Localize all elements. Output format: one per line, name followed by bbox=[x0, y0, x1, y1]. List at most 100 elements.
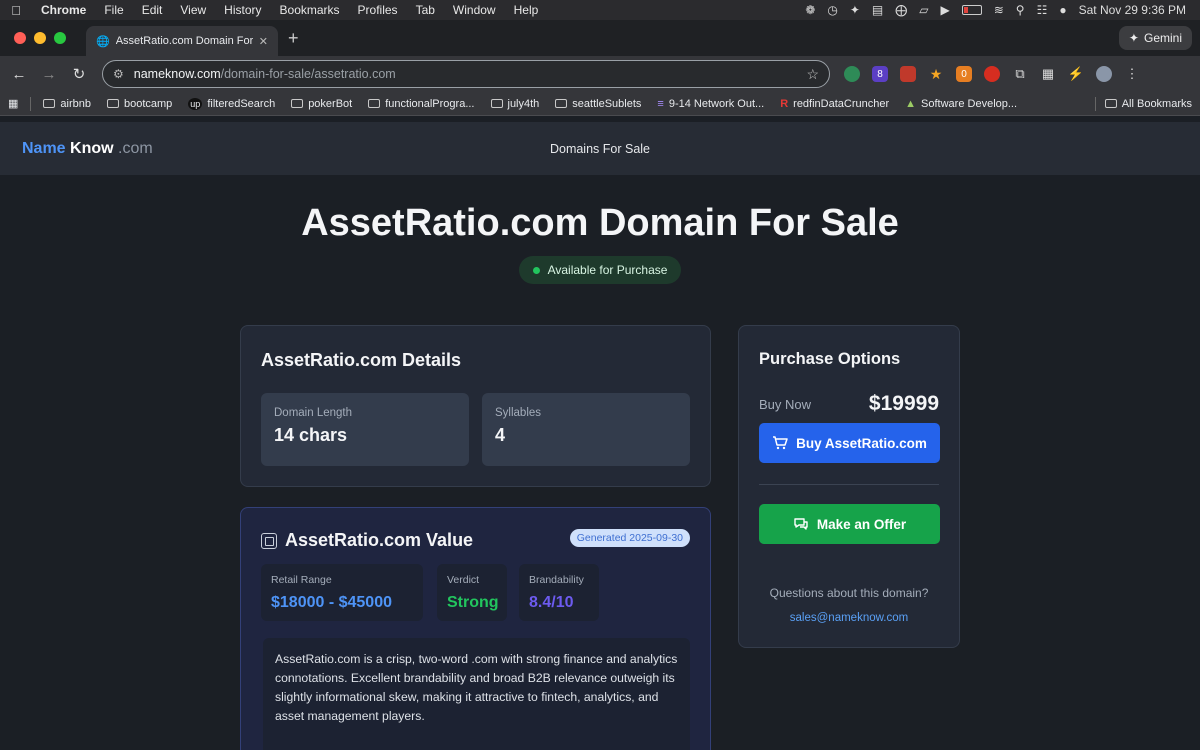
nav-domains-for-sale[interactable]: Domains For Sale bbox=[550, 142, 650, 156]
url-path: /domain-for-sale/assetratio.com bbox=[220, 67, 396, 81]
purchase-card: Purchase Options Buy Now $19999 Buy Asse… bbox=[738, 325, 960, 648]
forward-icon[interactable]: → bbox=[34, 66, 64, 83]
details-title: AssetRatio.com Details bbox=[261, 350, 462, 370]
bookmark-july4th[interactable]: july4th bbox=[483, 98, 548, 110]
buy-now-label: Buy Now bbox=[759, 396, 812, 412]
display-icon[interactable]: ▤ bbox=[872, 3, 883, 17]
menu-profiles[interactable]: Profiles bbox=[349, 3, 407, 17]
reading-mode-icon[interactable]: ▦ bbox=[1040, 66, 1056, 82]
menu-view[interactable]: View bbox=[171, 3, 215, 17]
domain-length-value: 14 chars bbox=[274, 425, 348, 445]
bookmark-bootcamp[interactable]: bootcamp bbox=[99, 98, 180, 110]
all-bookmarks[interactable]: All Bookmarks bbox=[1083, 96, 1200, 111]
bookmark-label: 9-14 Network Out... bbox=[668, 97, 765, 110]
bookmark-filteredsearch[interactable]: up filteredSearch bbox=[180, 97, 283, 110]
purchase-divider bbox=[759, 484, 939, 485]
stack-icon: ≡ bbox=[657, 97, 664, 110]
macos-menu-bar:  Chrome File Edit View History Bookmark… bbox=[0, 0, 1200, 20]
zoom-window-button[interactable] bbox=[54, 32, 66, 44]
reload-icon[interactable]: ↻ bbox=[64, 65, 94, 83]
syllables-stat: Syllables 4 bbox=[482, 393, 690, 466]
compass-icon[interactable]: ⨁ bbox=[895, 3, 907, 17]
chart-favicon-icon: ▲ bbox=[905, 97, 917, 110]
brandability-value: 8.4/10 bbox=[529, 594, 574, 611]
menu-help[interactable]: Help bbox=[505, 3, 548, 17]
search-icon[interactable]: ⚲ bbox=[1016, 3, 1025, 17]
menu-window[interactable]: Window bbox=[444, 3, 505, 17]
extension-star-icon[interactable]: ★ bbox=[928, 66, 944, 82]
close-window-button[interactable] bbox=[14, 32, 26, 44]
browser-tab[interactable]: 🌐 AssetRatio.com Domain For S ✕ bbox=[86, 26, 278, 56]
site-settings-icon[interactable]: ⚙ bbox=[113, 67, 124, 81]
new-tab-button[interactable]: + bbox=[288, 28, 299, 49]
gemini-button[interactable]: ✦ Gemini bbox=[1118, 26, 1192, 50]
bookmark-star-icon[interactable]: ☆ bbox=[806, 66, 819, 83]
domain-length-label: Domain Length bbox=[274, 407, 352, 419]
extension-record-icon[interactable] bbox=[984, 66, 1000, 82]
web-page: Name Know .com Domains For Sale AssetRat… bbox=[0, 122, 1200, 750]
status-wrap: Available for Purchase bbox=[0, 256, 1200, 284]
time-machine-icon[interactable]: ◷ bbox=[827, 3, 837, 17]
make-offer-button[interactable]: Make an Offer bbox=[759, 504, 940, 544]
extension-globe-icon[interactable] bbox=[844, 66, 860, 82]
bookmark-software-dev[interactable]: ▲ Software Develop... bbox=[897, 98, 1025, 110]
bookmark-functionalprogramming[interactable]: functionalProgra... bbox=[360, 98, 482, 110]
site-logo[interactable]: Name Know .com bbox=[22, 140, 153, 158]
bookmark-airbnb[interactable]: airbnb bbox=[35, 98, 99, 110]
extension-red-icon[interactable] bbox=[900, 66, 916, 82]
sales-email-link[interactable]: sales@nameknow.com bbox=[739, 612, 959, 624]
menu-edit[interactable]: Edit bbox=[133, 3, 172, 17]
extensions-puzzle-icon[interactable]: ⧉ bbox=[1012, 66, 1028, 82]
bookmark-label: bootcamp bbox=[123, 97, 173, 110]
control-center-icon[interactable]: ☷ bbox=[1037, 3, 1048, 17]
menu-tab[interactable]: Tab bbox=[407, 3, 444, 17]
retail-range-value: $18000 - $45000 bbox=[271, 594, 392, 611]
battery-icon[interactable] bbox=[961, 5, 982, 15]
value-card: AssetRatio.com Value Generated 2025-09-3… bbox=[240, 507, 711, 750]
logo-tld: .com bbox=[118, 139, 153, 157]
extension-orange-icon[interactable]: 0 bbox=[956, 66, 972, 82]
menu-file[interactable]: File bbox=[95, 3, 132, 17]
sparkle-icon[interactable]: ✦ bbox=[850, 3, 860, 17]
chat-bubble-icon bbox=[794, 518, 808, 530]
wifi-icon[interactable]: ≋ bbox=[994, 3, 1004, 17]
close-tab-icon[interactable]: ✕ bbox=[259, 35, 268, 48]
folder-icon bbox=[106, 99, 119, 108]
back-icon[interactable]: ← bbox=[4, 66, 34, 83]
play-icon[interactable]: ▶ bbox=[941, 3, 950, 17]
bed-icon[interactable]: ▱ bbox=[919, 3, 928, 17]
folder-icon bbox=[368, 99, 381, 108]
menu-history[interactable]: History bbox=[215, 3, 270, 17]
apps-grid-icon[interactable]: ▦ bbox=[0, 97, 26, 110]
extension-badge-icon[interactable]: 8 bbox=[872, 66, 888, 82]
minimize-window-button[interactable] bbox=[34, 32, 46, 44]
bookmark-network-outage[interactable]: ≡ 9-14 Network Out... bbox=[649, 98, 772, 110]
menu-chrome[interactable]: Chrome bbox=[32, 3, 95, 17]
performance-icon[interactable]: ⚡ bbox=[1068, 66, 1084, 82]
redfin-icon: R bbox=[780, 97, 789, 110]
address-bar[interactable]: ⚙ nameknow.com /domain-for-sale/assetrat… bbox=[102, 60, 830, 88]
apple-icon[interactable]:  bbox=[0, 3, 32, 18]
menu-kebab-icon[interactable]: ⋮ bbox=[1124, 66, 1140, 82]
purchase-title: Purchase Options bbox=[759, 350, 901, 368]
extensions-area: 8 ★ 0 ⧉ ▦ ⚡ ⋮ bbox=[844, 66, 1140, 82]
siri-icon[interactable]: ● bbox=[1059, 3, 1066, 17]
syllables-value: 4 bbox=[495, 425, 506, 445]
profile-avatar[interactable] bbox=[1096, 66, 1112, 82]
clock-text[interactable]: Sat Nov 29 9:36 PM bbox=[1079, 3, 1186, 17]
bookmark-seattlesublets[interactable]: seattleSublets bbox=[547, 98, 649, 110]
bookmark-label: filteredSearch bbox=[207, 97, 276, 110]
generated-badge: Generated 2025-09-30 bbox=[569, 529, 690, 547]
value-title: AssetRatio.com Value bbox=[285, 530, 474, 550]
folder-icon bbox=[490, 99, 503, 108]
bookmark-pokerbot[interactable]: pokerBot bbox=[283, 98, 360, 110]
folder-icon bbox=[555, 99, 568, 108]
logo-know: Know bbox=[70, 139, 114, 157]
tab-title: AssetRatio.com Domain For S bbox=[115, 35, 253, 47]
openai-icon[interactable]: ❁ bbox=[805, 3, 815, 17]
menu-bookmarks[interactable]: Bookmarks bbox=[271, 3, 349, 17]
bookmark-redfin[interactable]: RredfinDataCruncher bbox=[772, 98, 897, 110]
buy-domain-button[interactable]: Buy AssetRatio.com bbox=[759, 423, 940, 463]
folder-icon bbox=[291, 99, 304, 108]
gemini-sparkle-icon: ✦ bbox=[1128, 31, 1139, 45]
